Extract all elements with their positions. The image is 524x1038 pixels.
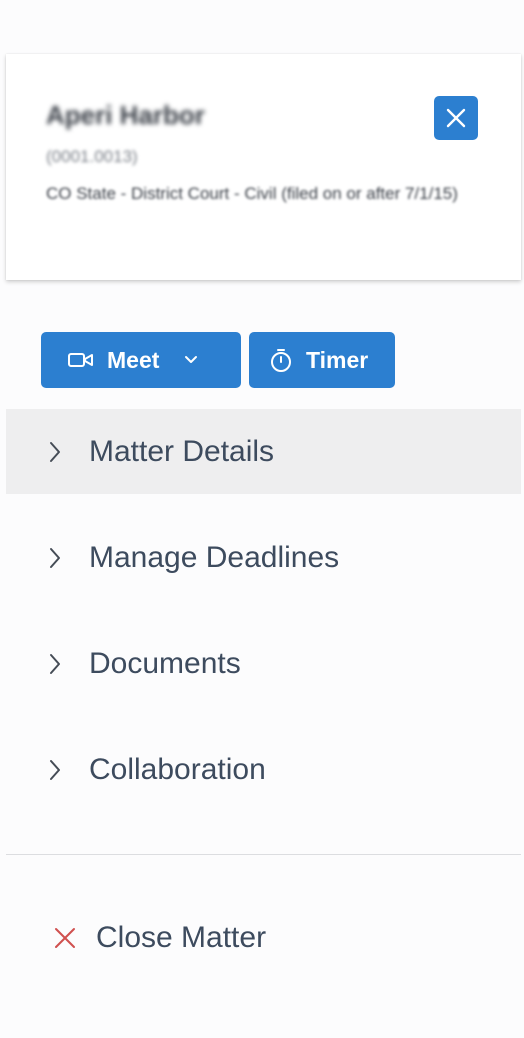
timer-label: Timer <box>306 346 369 373</box>
chevron-right-icon <box>48 546 68 570</box>
nav-item-label: Collaboration <box>89 752 266 786</box>
nav-item-manage-deadlines[interactable]: Manage Deadlines <box>6 515 521 600</box>
close-card-button[interactable] <box>434 96 478 140</box>
matter-number: (0001.0013) <box>46 147 138 166</box>
nav-item-label: Documents <box>89 646 241 680</box>
chevron-right-icon <box>48 758 68 782</box>
close-matter-button[interactable]: Close Matter <box>52 910 266 966</box>
nav-item-matter-details[interactable]: Matter Details <box>6 409 521 494</box>
close-matter-label: Close Matter <box>96 921 267 954</box>
divider <box>6 854 521 855</box>
chevron-down-icon[interactable] <box>183 355 199 365</box>
nav-item-documents[interactable]: Documents <box>6 621 521 706</box>
matter-name: Aperi Harbor <box>46 100 205 130</box>
chevron-right-icon <box>48 652 68 676</box>
meet-button[interactable]: Meet <box>41 332 241 388</box>
matter-card: Aperi Harbor (0001.0013) CO State - Dist… <box>6 54 521 280</box>
meet-label: Meet <box>107 346 160 373</box>
matter-court: CO State - District Court - Civil (filed… <box>46 184 458 203</box>
chevron-right-icon <box>48 440 68 464</box>
timer-button[interactable]: Timer <box>249 332 395 388</box>
x-icon <box>55 928 75 948</box>
video-camera-icon <box>68 353 93 367</box>
close-icon <box>446 108 466 128</box>
nav-item-collaboration[interactable]: Collaboration <box>6 727 521 812</box>
stopwatch-icon <box>271 349 291 372</box>
nav-item-label: Manage Deadlines <box>89 540 340 574</box>
nav-item-label: Matter Details <box>89 434 275 468</box>
